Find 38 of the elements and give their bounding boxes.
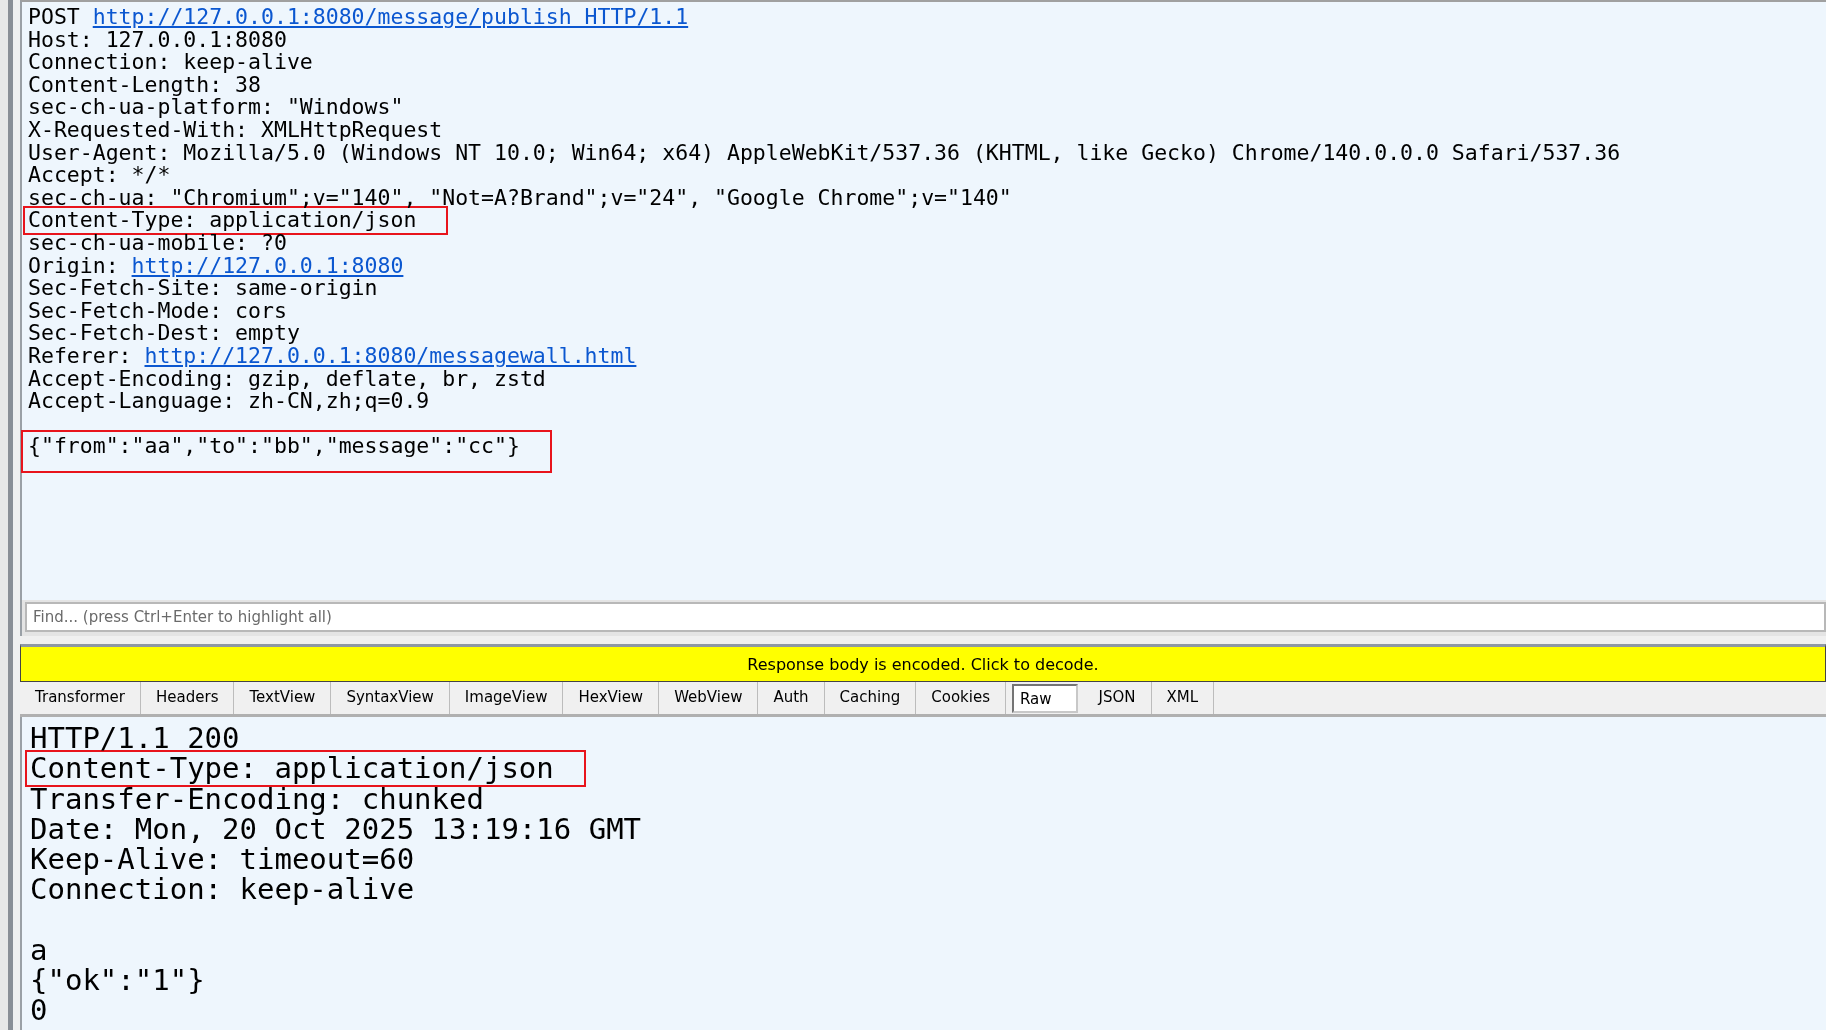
header-line: Content-Length: 38 [28, 73, 261, 97]
tab[interactable]: Transformer [20, 682, 141, 714]
header-line: Origin: [28, 252, 120, 278]
tab[interactable]: HexView [563, 682, 660, 714]
header-line: POST [28, 4, 81, 29]
tab[interactable]: SyntaxView [331, 682, 450, 714]
header-line: Sec-Fetch-Mode: cors [28, 299, 287, 323]
header-line: Accept-Encoding: gzip, deflate, br, zstd [28, 367, 546, 391]
link[interactable]: http://127.0.0.1:8080 [131, 252, 404, 278]
header-line: Connection: keep-alive [28, 51, 313, 74]
tab[interactable]: Auth [758, 682, 825, 714]
header-line: sec-ch-ua-platform: "Windows" [28, 96, 404, 119]
header-line: Accept: */* [28, 164, 171, 187]
response-body-line: {"ok":"1"} [30, 965, 205, 996]
header-line: Keep-Alive: timeout=60 [30, 844, 415, 875]
tab[interactable]: Caching [824, 682, 917, 714]
request-body: {"from":"aa","to":"bb","message":"cc"} [21, 429, 552, 474]
tab[interactable]: Raw [1011, 684, 1078, 713]
find-field[interactable]: Find... (press Ctrl+Enter to highlight all) [25, 602, 1826, 632]
response-body-line: a [30, 934, 48, 966]
tab[interactable]: WebView [659, 682, 759, 714]
header-line: Sec-Fetch-Dest: empty [28, 322, 300, 345]
tab[interactable]: Headers [141, 682, 235, 714]
tab[interactable]: JSON [1083, 682, 1152, 714]
header-line: Sec-Fetch-Site: same-origin [28, 277, 378, 300]
tab[interactable]: XML [1151, 682, 1215, 714]
header-line: Accept-Language: zh-CN,zh;q=0.9 [28, 390, 430, 413]
response-body-line: 0 [30, 995, 48, 1026]
header-line: User-Agent: Mozilla/5.0 (Windows NT 10.0; Win64; x64) AppleWebKit/537.36 (KHTML, like Gecko) Chrome/140.0.0.0 Safari/537.36 [28, 141, 1621, 165]
header-line: X-Requested-With: XMLHttpRequest [28, 118, 443, 142]
link[interactable]: http://127.0.0.1:8080/message/publish HTTP/1.1 [92, 4, 689, 29]
header-line: Host: 127.0.0.1:8080 [28, 28, 287, 52]
tab[interactable]: TextView [234, 682, 332, 714]
header-line: Referer: [28, 342, 133, 368]
tab[interactable]: Cookies [916, 682, 1006, 714]
header-line: Connection: keep-alive [30, 874, 415, 905]
tab[interactable]: ImageView [449, 682, 564, 714]
decode-notice-bar[interactable]: Response body is encoded. Click to decode. [20, 644, 1826, 682]
